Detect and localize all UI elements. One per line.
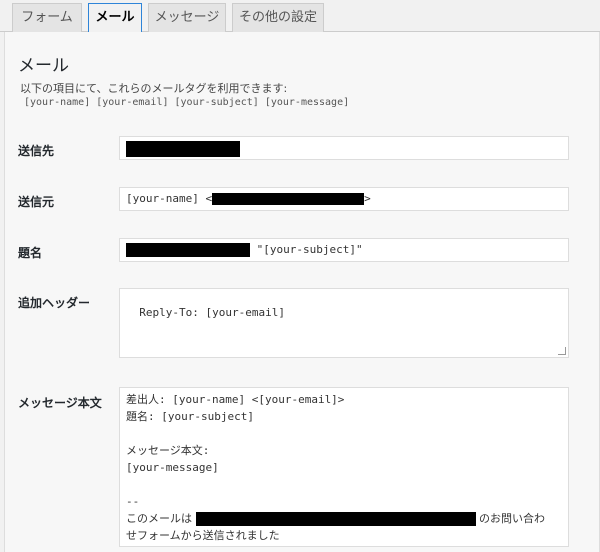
headers-value: Reply-To: [your-email] <box>139 306 285 319</box>
redacted-block <box>126 243 250 257</box>
redacted-block <box>212 193 365 205</box>
subject-suffix: "[your-subject]" <box>256 243 363 256</box>
mail-tags-list: [your-name] [your-email] [your-subject] … <box>24 97 350 108</box>
message-body-label: メッセージ本文 <box>18 396 102 410</box>
tab-bar: フォーム メール メッセージ その他の設定 <box>0 0 600 33</box>
footer-prefix: このメールは <box>126 512 192 525</box>
from-prefix: [your-name] < <box>126 192 213 205</box>
subject-label: 題名 <box>18 246 43 260</box>
additional-headers-textarea[interactable]: Reply-To: [your-email] <box>119 288 569 358</box>
body-line-body-heading: メッセージ本文: <box>126 444 210 457</box>
resize-grip-icon[interactable] <box>558 347 566 355</box>
from-input[interactable]: [your-name] < > <box>119 187 569 211</box>
section-description: 以下の項目にて、これらのメールタグを利用できます: <box>20 82 288 95</box>
tab-mail[interactable]: メール <box>88 3 142 33</box>
from-suffix: > <box>364 192 371 205</box>
redacted-block <box>195 512 476 526</box>
body-line-subject: 題名: [your-subject] <box>126 410 254 423</box>
message-body-textarea[interactable]: 差出人: [your-name] <[your-email]> 題名: [you… <box>119 387 569 547</box>
subject-input[interactable]: "[your-subject]" <box>119 238 569 262</box>
tab-additional-settings[interactable]: その他の設定 <box>232 3 324 33</box>
body-line-from: 差出人: [your-name] <[your-email]> <box>126 393 345 406</box>
body-line-message-tag: [your-message] <box>126 461 219 474</box>
body-line-blank <box>126 425 562 442</box>
tab-messages[interactable]: メッセージ <box>148 3 226 33</box>
to-label: 送信先 <box>18 144 55 158</box>
section-title: メール <box>18 56 69 76</box>
additional-headers-label: 追加ヘッダー <box>18 296 91 310</box>
tab-form[interactable]: フォーム <box>12 3 82 33</box>
to-input[interactable] <box>119 136 569 160</box>
body-line-separator: -- <box>126 495 140 508</box>
footer-suffix: のお問い合わ <box>479 512 545 525</box>
redacted-block <box>126 141 240 157</box>
from-label: 送信元 <box>18 195 55 209</box>
body-line-footer-cont: せフォームから送信されました <box>126 529 280 542</box>
body-line-blank <box>126 476 562 493</box>
body-line-footer: このメールは のお問い合わ <box>126 510 562 527</box>
